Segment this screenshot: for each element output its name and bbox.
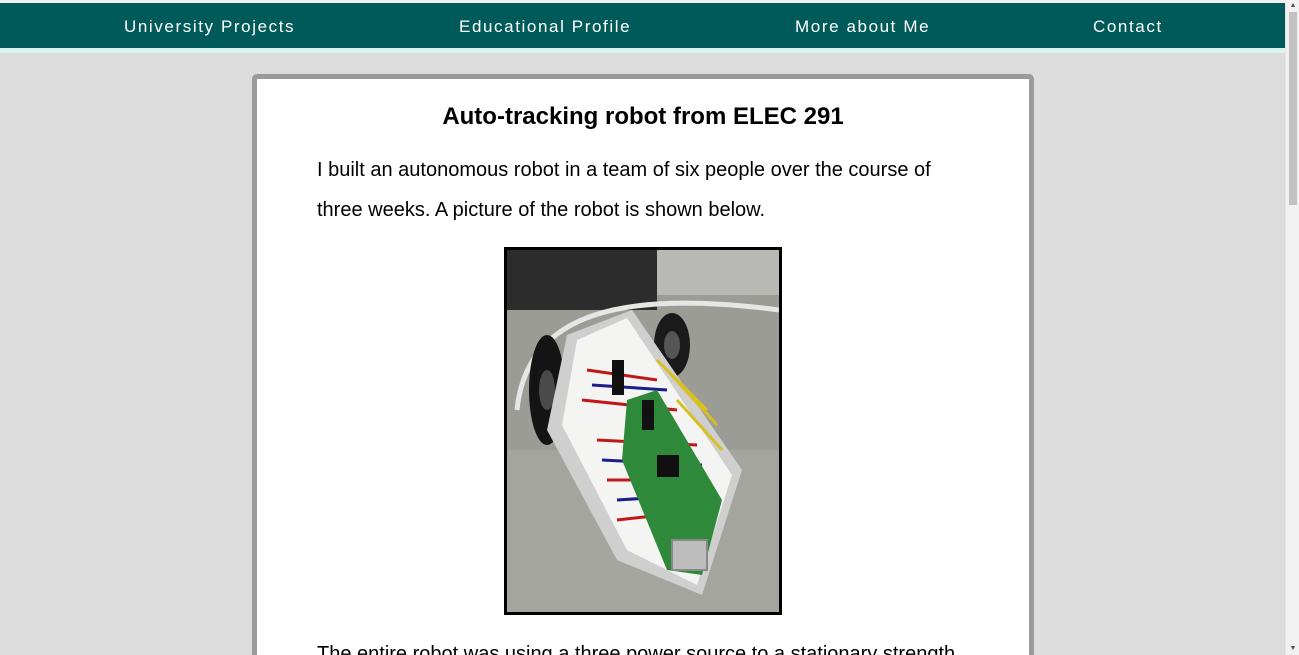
nav-more-about-me[interactable]: More about Me [795, 3, 930, 51]
nav-university-projects[interactable]: University Projects [124, 3, 295, 51]
body-paragraph: The entire robot was using a three power… [317, 643, 957, 655]
scrollbar-thumb[interactable] [1289, 12, 1297, 205]
main-navbar: University Projects Educational Profile … [0, 3, 1285, 53]
nav-educational-profile[interactable]: Educational Profile [459, 3, 631, 51]
robot-photo-illustration [507, 250, 779, 612]
page-scrollbar[interactable]: ▲ ▼ [1285, 0, 1299, 655]
intro-paragraph: I built an autonomous robot in a team of… [317, 159, 931, 221]
project-card: Auto-tracking robot from ELEC 291 I buil… [252, 74, 1034, 655]
scroll-down-arrow-icon[interactable]: ▼ [1286, 643, 1299, 655]
page-title: Auto-tracking robot from ELEC 291 [442, 103, 844, 130]
robot-photo [504, 247, 782, 615]
nav-contact[interactable]: Contact [1093, 3, 1163, 51]
scroll-up-arrow-icon[interactable]: ▲ [1286, 0, 1299, 12]
